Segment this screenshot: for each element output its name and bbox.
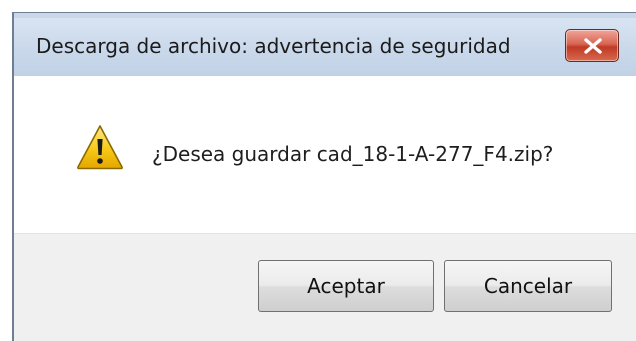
page: Descarga de archivo: advertencia de segu… — [0, 0, 636, 341]
close-button[interactable] — [565, 29, 619, 62]
button-bar: Aceptar Cancelar — [14, 233, 636, 341]
close-icon — [584, 38, 602, 54]
warning-icon — [77, 125, 123, 170]
dialog-title: Descarga de archivo: advertencia de segu… — [36, 34, 511, 58]
accept-button[interactable]: Aceptar — [258, 260, 434, 312]
dialog-body: ¿Desea guardar cad_18-1-A-277_F4.zip? Ac… — [14, 76, 636, 341]
cancel-button[interactable]: Cancelar — [444, 260, 612, 312]
dialog-titlebar[interactable]: Descarga de archivo: advertencia de segu… — [14, 18, 636, 76]
save-prompt-message: ¿Desea guardar cad_18-1-A-277_F4.zip? — [152, 142, 554, 166]
message-area: ¿Desea guardar cad_18-1-A-277_F4.zip? — [14, 76, 636, 233]
